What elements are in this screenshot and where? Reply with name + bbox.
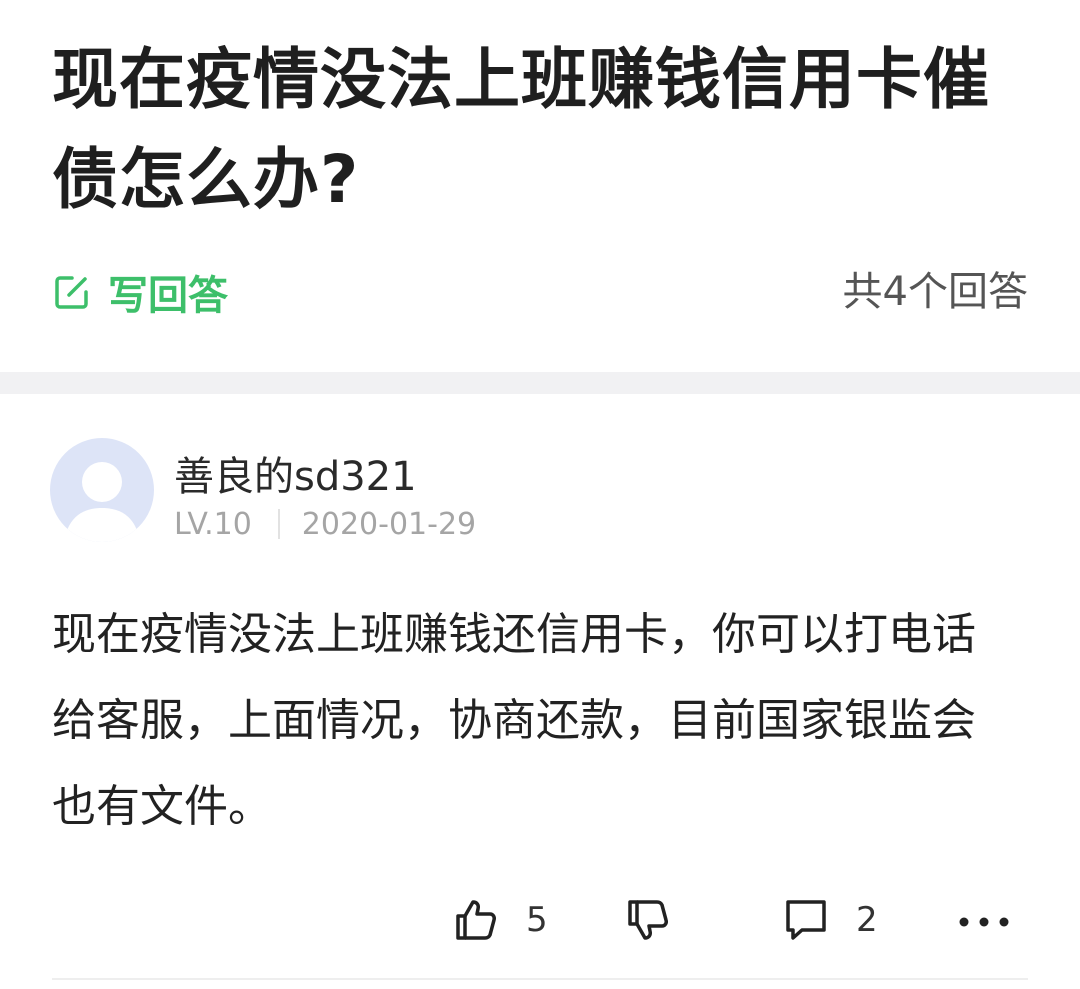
like-count: 5: [526, 900, 548, 940]
answer-action-bar: 5 2: [0, 890, 1080, 950]
comment-button[interactable]: 2: [782, 890, 878, 950]
section-divider: [0, 372, 1080, 394]
like-button[interactable]: 5: [452, 890, 548, 950]
comment-count: 2: [856, 900, 878, 940]
thumbs-down-icon: [628, 900, 668, 940]
answer-date: 2020-01-29: [301, 506, 477, 542]
more-dots-icon: [959, 917, 1009, 927]
answer-meta: LV.10 2020-01-29: [174, 506, 476, 542]
meta-separator: [277, 509, 280, 539]
write-answer-button[interactable]: 写回答: [52, 262, 228, 322]
comment-icon: [786, 900, 826, 940]
edit-square-icon: [55, 276, 88, 309]
bottom-divider: [52, 978, 1028, 980]
dislike-button[interactable]: [624, 890, 672, 950]
answer-body: 现在疫情没法上班赚钱还信用卡，你可以打电话给客服，上面情况，协商还款，目前国家银…: [52, 609, 976, 832]
thumbs-up-icon: [456, 900, 496, 940]
question-bar: 写回答 共4个回答: [52, 262, 1028, 322]
write-answer-label: 写回答: [108, 273, 228, 319]
avatar[interactable]: [50, 438, 154, 542]
more-button[interactable]: [956, 890, 1016, 950]
default-user-icon: [64, 462, 140, 542]
answer-username[interactable]: 善良的sd321: [174, 444, 417, 502]
answer-count[interactable]: 共4个回答: [843, 262, 1028, 322]
question-title: 现在疫情没法上班赚钱信用卡催债怎么办?: [52, 41, 990, 218]
user-level: LV.10: [174, 506, 252, 542]
